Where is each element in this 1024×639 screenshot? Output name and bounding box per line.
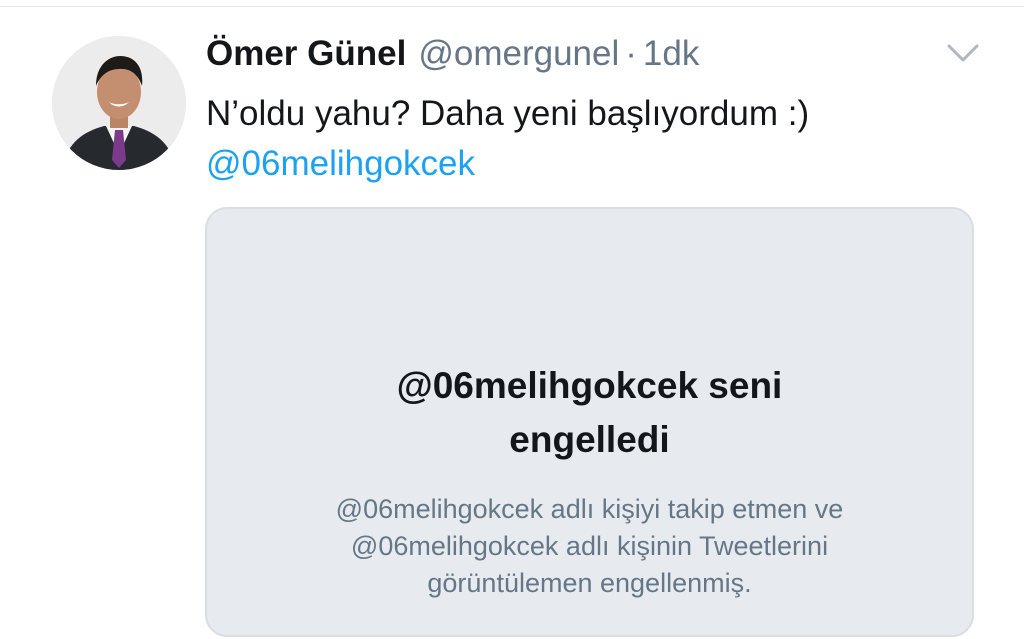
blocked-title: @06melihgokcek seni engelledi [207,359,972,467]
blocked-title-line2: engelledi [509,419,670,460]
blocked-description-line3: görüntülemen engellenmiş. [427,568,752,598]
tweet-text: N’oldu yahu? Daha yeni başlıyordum :) [206,94,810,133]
chevron-down-icon[interactable] [946,40,980,66]
author-name[interactable]: Ömer Günel [206,34,406,74]
tweet-view: Ömer Günel @omergunel · 1dk N’oldu yahu?… [0,0,1024,639]
blocked-description-line1: @06melihgokcek adlı kişiyi takip etmen v… [335,494,844,524]
separator-dot: · [625,34,637,73]
blocked-description: @06melihgokcek adlı kişiyi takip etmen v… [207,491,972,602]
blocked-title-line1: @06melihgokcek seni [396,365,783,406]
blocked-notice-card: @06melihgokcek seni engelledi @06melihgo… [205,207,974,637]
tweet-time[interactable]: 1dk [643,34,699,74]
divider [0,6,1024,7]
avatar-photo [52,36,186,170]
tweet-header: Ömer Günel @omergunel · 1dk [206,34,699,78]
avatar[interactable] [52,36,186,170]
author-handle[interactable]: @omergunel [418,34,619,74]
blocked-description-line2: @06melihgokcek adlı kişinin Tweetlerini [350,531,829,561]
mention-link[interactable]: @06melihgokcek [206,139,475,189]
